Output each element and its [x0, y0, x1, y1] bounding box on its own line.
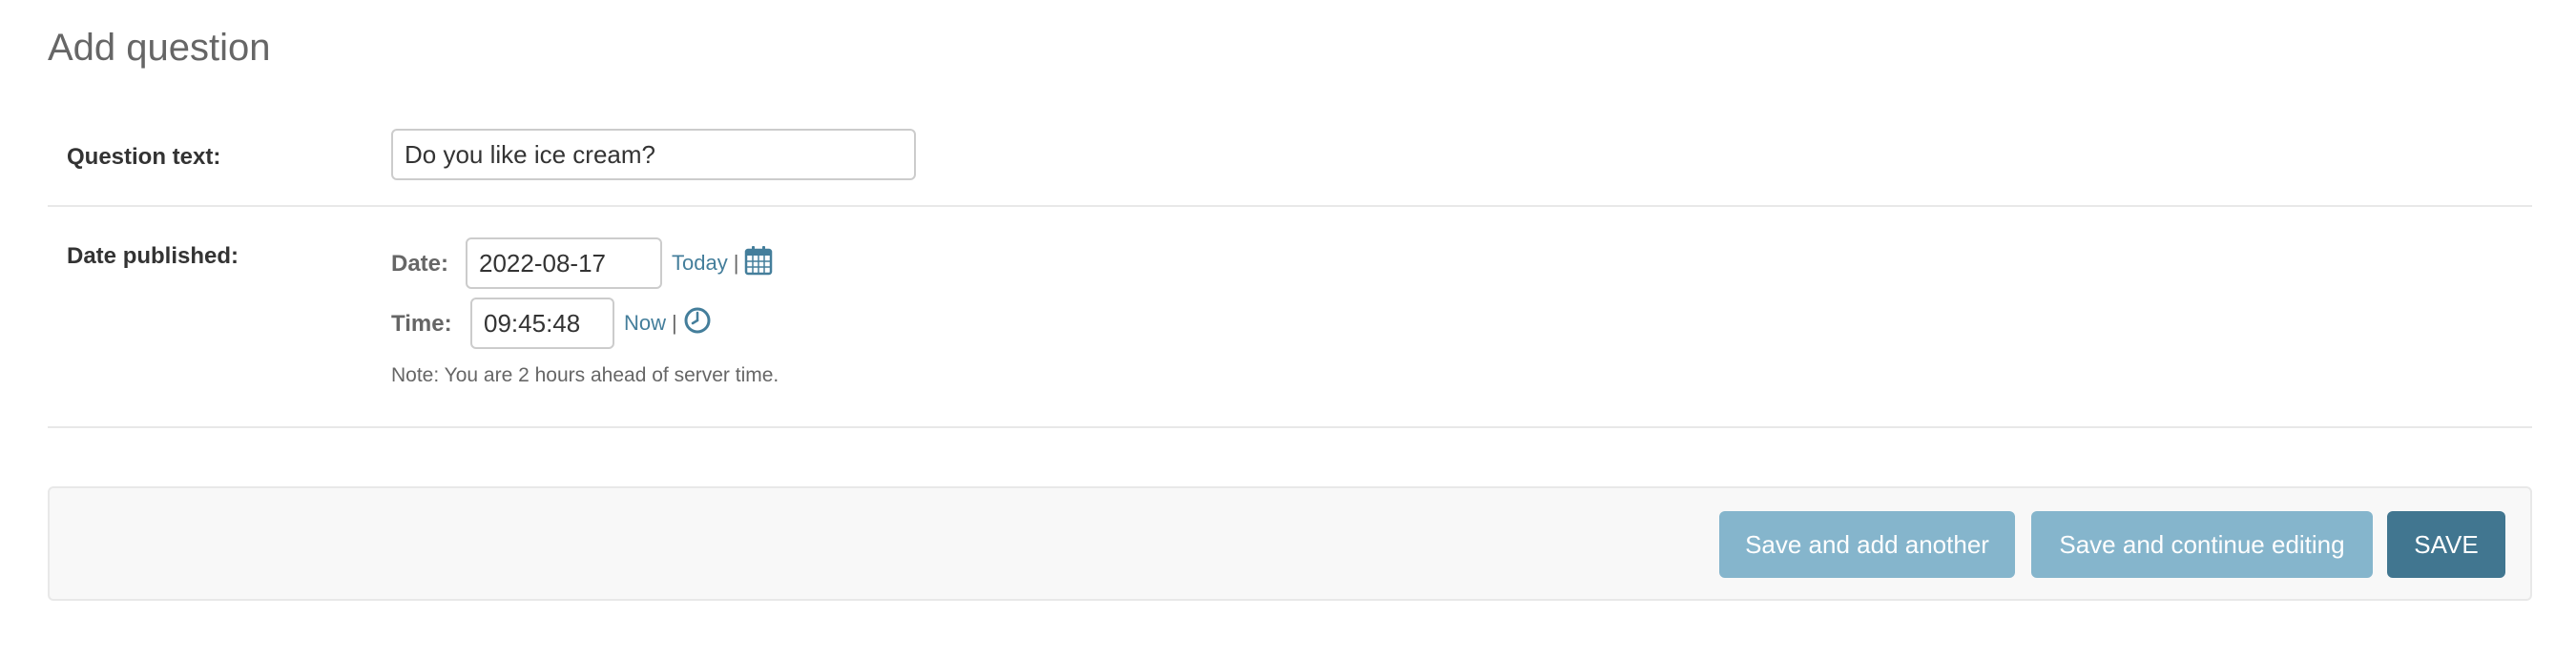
- date-shortcut-separator: |: [733, 251, 739, 275]
- time-label: Time:: [391, 311, 452, 337]
- clock-icon[interactable]: [683, 306, 712, 340]
- time-shortcut-separator: |: [672, 311, 677, 335]
- now-link[interactable]: Now: [624, 311, 666, 336]
- save-button[interactable]: SAVE: [2387, 511, 2505, 578]
- calendar-icon[interactable]: [744, 245, 773, 281]
- date-published-label: Date published:: [67, 243, 239, 269]
- save-and-add-another-button[interactable]: Save and add another: [1719, 511, 2015, 578]
- date-label: Date:: [391, 251, 449, 277]
- date-published-row: Date published: Date: 2022-08-17 Today |…: [48, 207, 2532, 428]
- page-title: Add question: [48, 27, 271, 69]
- question-text-label: Question text:: [67, 144, 221, 170]
- question-text-input[interactable]: Do you like ice cream?: [391, 129, 916, 180]
- timezone-note: Note: You are 2 hours ahead of server ti…: [391, 364, 779, 386]
- time-input[interactable]: 09:45:48: [470, 298, 614, 349]
- question-text-row: Question text: Do you like ice cream?: [48, 116, 2532, 207]
- save-and-continue-editing-button[interactable]: Save and continue editing: [2031, 511, 2373, 578]
- date-input[interactable]: 2022-08-17: [466, 237, 662, 289]
- time-shortcuts: Now |: [624, 306, 712, 340]
- submit-row: Save and add another Save and continue e…: [48, 486, 2532, 601]
- date-shortcuts: Today |: [672, 246, 773, 280]
- today-link[interactable]: Today: [672, 251, 728, 276]
